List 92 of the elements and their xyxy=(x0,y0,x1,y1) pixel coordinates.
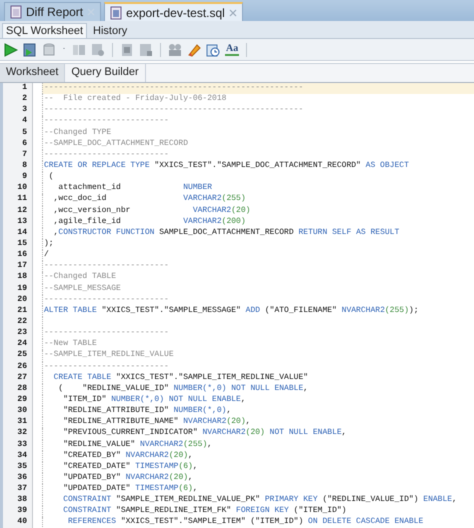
people-icon[interactable] xyxy=(168,42,182,56)
history-icon[interactable] xyxy=(206,42,220,56)
code-line: -------------------------- xyxy=(42,116,474,128)
code-line: CREATE TABLE "XXICS_TEST"."SAMPLE_ITEM_REDLINE_VALUE" xyxy=(42,372,474,384)
line-number: 12 xyxy=(3,206,33,217)
line-number: 36 xyxy=(3,472,33,484)
line-number: 1 xyxy=(3,83,33,94)
line-number: 35 xyxy=(3,462,33,473)
code-line: --SAMPLE_DOC_ATTACHMENT_RECORD xyxy=(42,138,474,150)
code-line: "UPDATED_DATE" TIMESTAMP(6), xyxy=(42,484,474,496)
line-number: 23 xyxy=(3,328,33,340)
code-line: CONSTRAINT "SAMPLE_REDLINE_ITEM_FK" FOREIGN KEY ("ITEM_ID") xyxy=(42,506,474,518)
line-number: 22 xyxy=(3,316,33,328)
code-line: ALTER TABLE "XXICS_TEST"."SAMPLE_MESSAGE" ADD ("ATO_FILENAME" NVARCHAR2(255)); xyxy=(42,306,474,317)
close-icon[interactable] xyxy=(228,8,237,16)
line-number: 15 xyxy=(3,238,33,250)
line-number: 13 xyxy=(3,216,33,228)
line-number: 39 xyxy=(3,506,33,518)
code-line: ------------------------------------------------------ xyxy=(42,105,474,116)
code-line: "REDLINE_VALUE" NVARCHAR2(255), xyxy=(42,440,474,451)
code-line: --Changed TYPE xyxy=(42,128,474,139)
format-button[interactable]: Aa xyxy=(225,44,240,56)
line-number: 31 xyxy=(3,417,33,428)
code-line: ,wcc_version_nbr VARCHAR2(20) xyxy=(42,206,474,217)
view-tab[interactable]: SQL Worksheet xyxy=(2,23,88,38)
line-number: 7 xyxy=(3,150,33,161)
line-number: 11 xyxy=(3,194,33,206)
code-line: -------------------------- xyxy=(42,362,474,373)
code-line: ( "REDLINE_VALUE_ID" NUMBER(*,0) NOT NULL ENABLE, xyxy=(42,384,474,395)
code-line: "REDLINE_ATTRIBUTE_NAME" NVARCHAR2(20), xyxy=(42,417,474,428)
code-line: --SAMPLE_MESSAGE xyxy=(42,284,474,295)
line-number: 24 xyxy=(3,339,33,350)
line-number: 33 xyxy=(3,440,33,451)
code-line: -------------------------- xyxy=(42,261,474,272)
line-number: 18 xyxy=(3,272,33,284)
code-line: ,CONSTRUCTOR FUNCTION SAMPLE_DOC_ATTACHMENT_RECORD RETURN SELF AS RESULT xyxy=(42,228,474,239)
code-line: "UPDATED_BY" NVARCHAR2(20), xyxy=(42,472,474,484)
code-line: attachment_id NUMBER xyxy=(42,183,474,194)
code-line: / xyxy=(42,250,474,262)
view-tab[interactable]: History xyxy=(89,23,132,38)
line-number: 25 xyxy=(3,350,33,362)
code-line: --SAMPLE_ITEM_REDLINE_VALUE xyxy=(42,350,474,362)
line-number: 17 xyxy=(3,261,33,272)
code-line: "PREVIOUS_CURRENT_INDICATOR" NVARCHAR2(20) NOT NULL ENABLE, xyxy=(42,428,474,440)
document-tab[interactable]: export-dev-test.sql xyxy=(104,2,243,21)
editor-tab[interactable]: Worksheet xyxy=(0,64,66,82)
line-number: 30 xyxy=(3,406,33,418)
line-number: 20 xyxy=(3,294,33,306)
code-line: -------------------------- xyxy=(42,150,474,161)
line-number: 37 xyxy=(3,484,33,496)
run-script-icon[interactable] xyxy=(23,42,37,56)
code-line: ( xyxy=(42,172,474,184)
line-number: 32 xyxy=(3,428,33,440)
line-number: 26 xyxy=(3,362,33,373)
code-line: "CREATED_BY" NVARCHAR2(20), xyxy=(42,450,474,462)
line-number: 21 xyxy=(3,306,33,317)
line-number: 3 xyxy=(3,105,33,116)
line-number: 27 xyxy=(3,372,33,384)
code-line: REFERENCES "XXICS_TEST"."SAMPLE_ITEM" ("ITEM_ID") ON DELETE CASCADE ENABLE xyxy=(42,517,474,528)
code-line: "CREATED_DATE" TIMESTAMP(6), xyxy=(42,462,474,473)
line-number: 6 xyxy=(3,138,33,150)
code-line: --Changed TABLE xyxy=(42,272,474,284)
line-number: 38 xyxy=(3,495,33,506)
line-number: 8 xyxy=(3,160,33,172)
run-icon[interactable] xyxy=(4,42,18,56)
code-line: --New TABLE xyxy=(42,339,474,350)
code-line: ,wcc_doc_id VARCHAR2(255) xyxy=(42,194,474,206)
code-line: CONSTRAINT "SAMPLE_ITEM_REDLINE_VALUE_PK" PRIMARY KEY ("REDLINE_VALUE_ID") ENABLE, xyxy=(42,495,474,506)
code-line: "REDLINE_ATTRIBUTE_ID" NUMBER(*,0), xyxy=(42,406,474,418)
code-line: CREATE OR REPLACE TYPE "XXICS_TEST"."SAMPLE_DOC_ATTACHMENT_RECORD" AS OBJECT xyxy=(42,160,474,172)
line-number: 40 xyxy=(3,517,33,528)
line-number: 16 xyxy=(3,250,33,262)
line-number: 5 xyxy=(3,128,33,139)
line-number: 10 xyxy=(3,183,33,194)
line-number: 2 xyxy=(3,94,33,106)
line-number: 29 xyxy=(3,394,33,406)
database-icon[interactable] xyxy=(42,42,56,56)
line-number: 4 xyxy=(3,116,33,128)
code-line: ); xyxy=(42,238,474,250)
code-line: -------------------------- xyxy=(42,294,474,306)
code-line: "ITEM_ID" NUMBER(*,0) NOT NULL ENABLE, xyxy=(42,394,474,406)
code-line: -- File created - Friday-July-06-2018 xyxy=(42,94,474,106)
editor-tab[interactable]: Query Builder xyxy=(65,64,146,82)
line-number: 19 xyxy=(3,284,33,295)
line-number: 34 xyxy=(3,450,33,462)
line-number: 14 xyxy=(3,228,33,239)
document-icon xyxy=(10,5,22,19)
code-line: -------------------------- xyxy=(42,328,474,340)
line-number: 9 xyxy=(3,172,33,184)
code-line: ,agile_file_id VARCHAR2(200) xyxy=(42,216,474,228)
document-tab[interactable]: Diff Report xyxy=(4,2,102,21)
line-number: 28 xyxy=(3,384,33,395)
